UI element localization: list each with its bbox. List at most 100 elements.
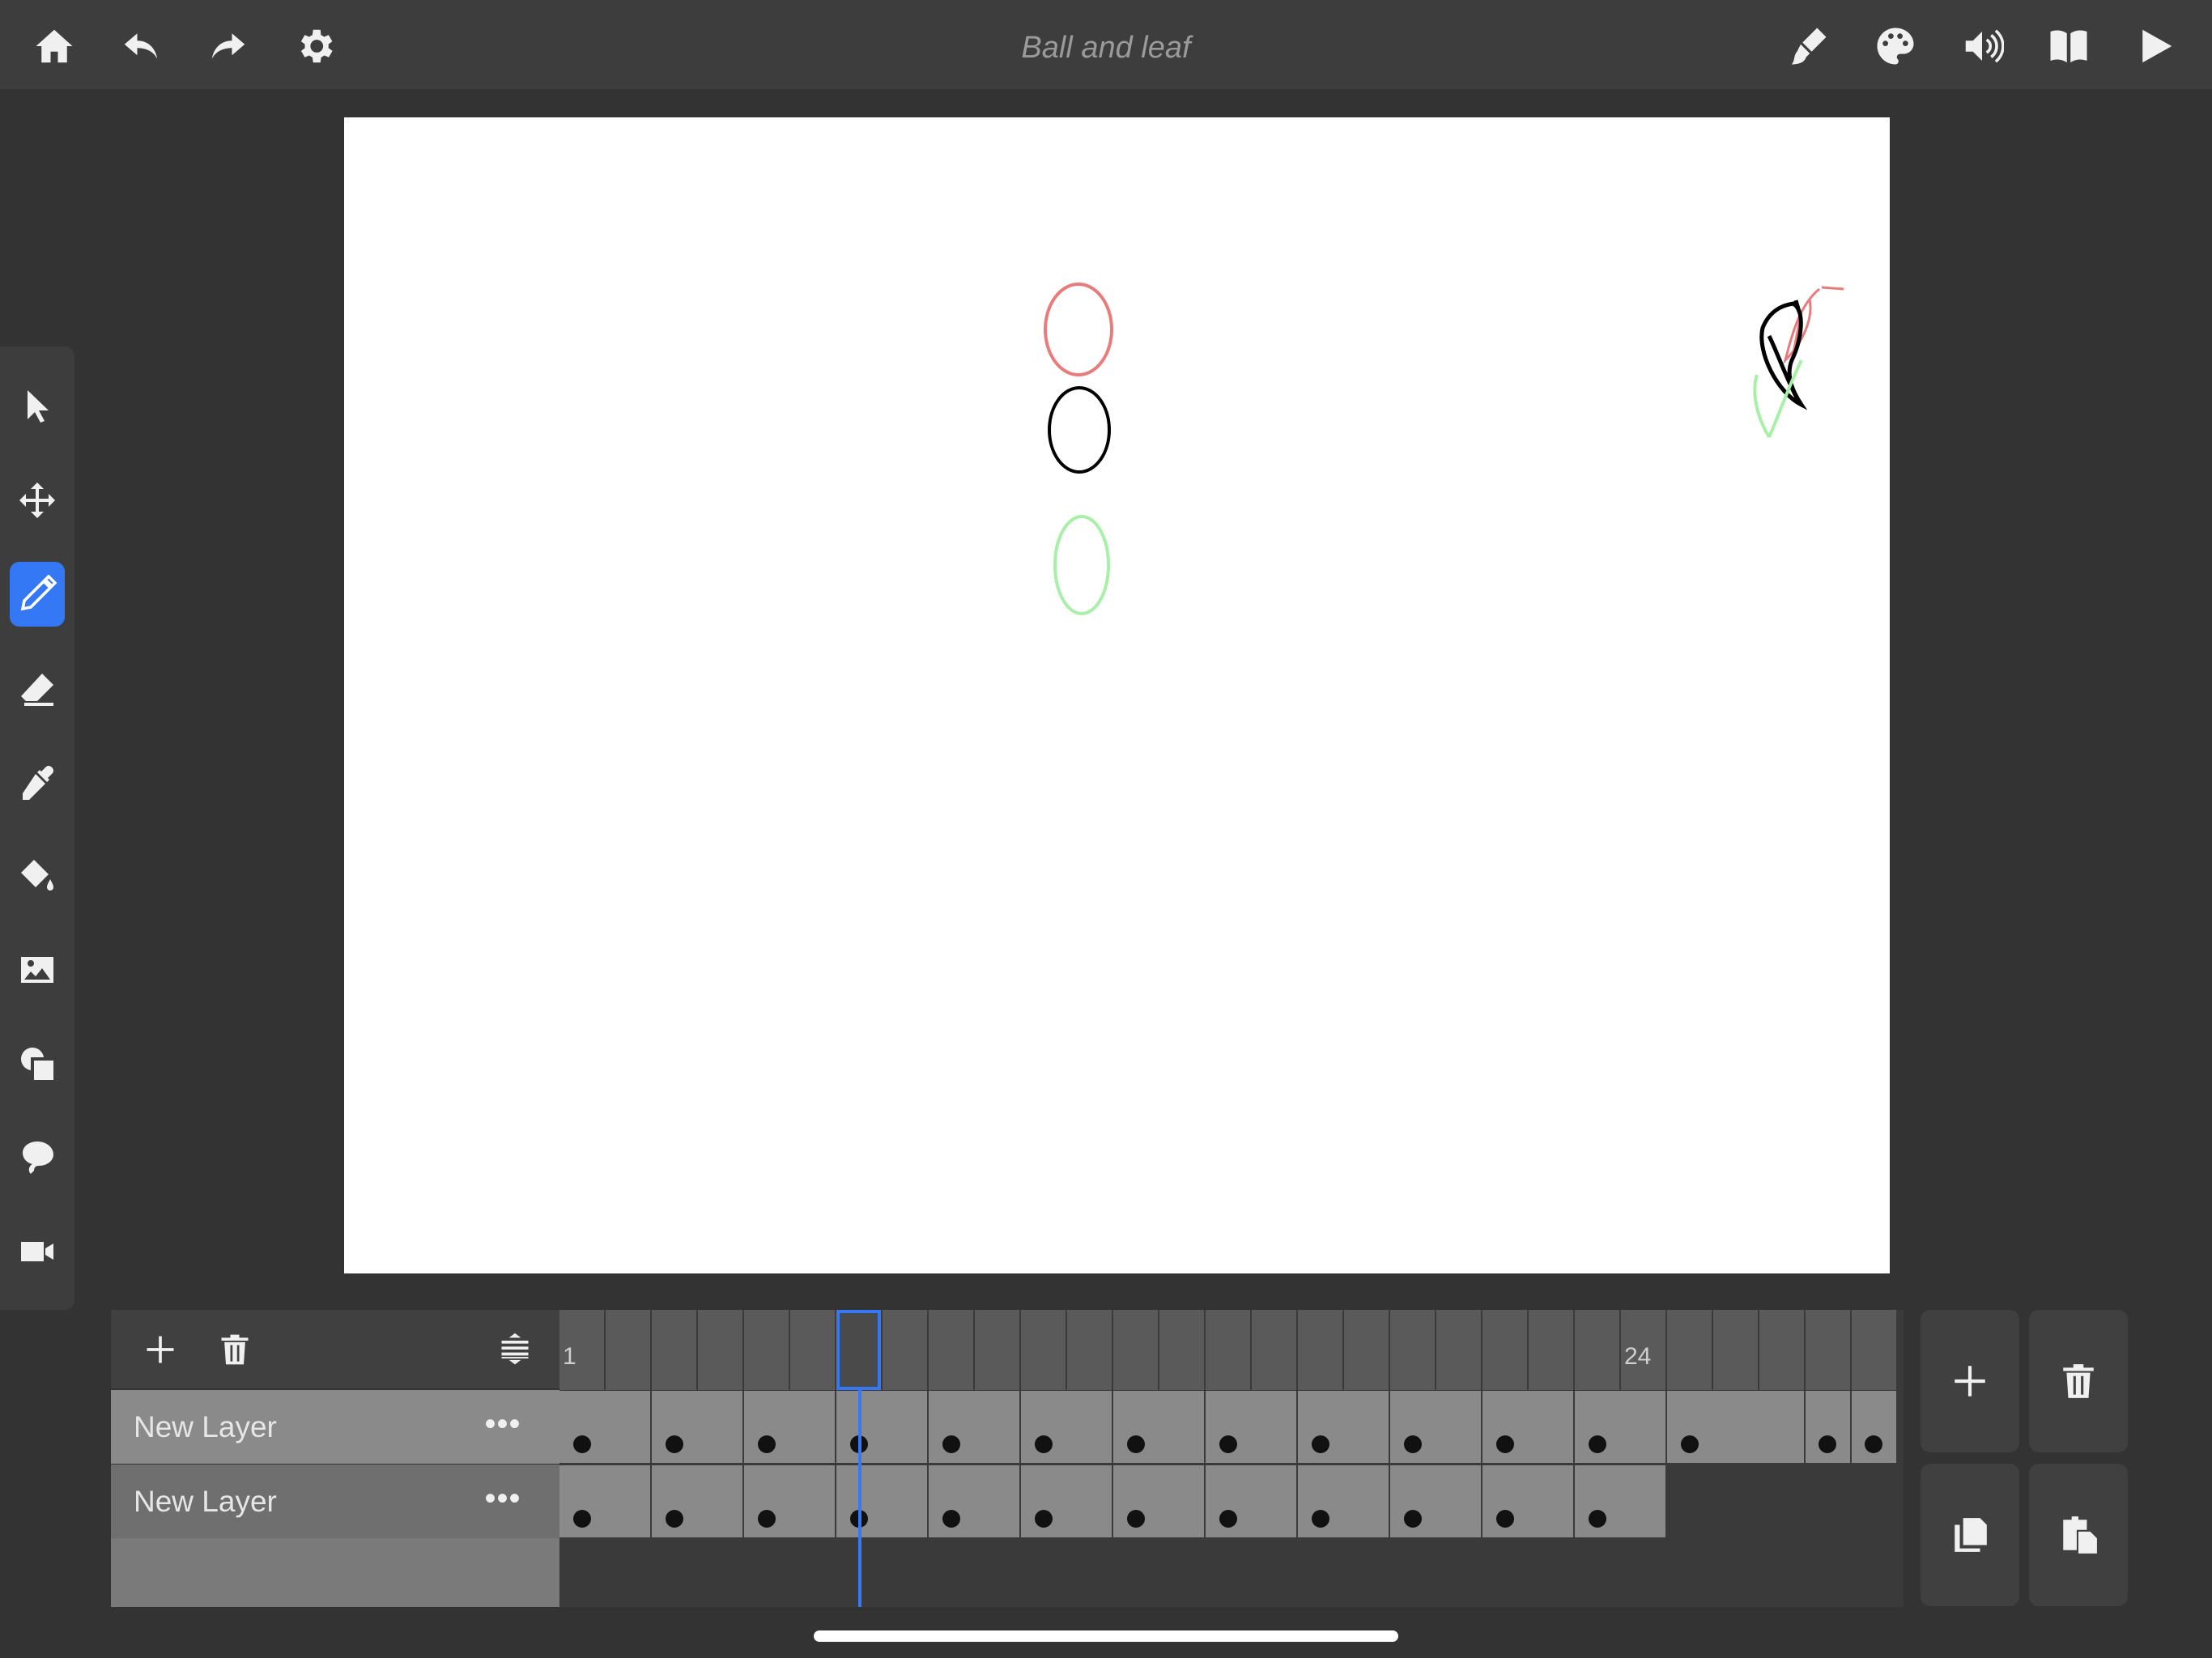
frame-ruler-cell[interactable]: 24 [1621, 1310, 1665, 1390]
frame-cell[interactable] [1206, 1465, 1296, 1537]
frame-cell[interactable] [836, 1391, 927, 1463]
frame-cell[interactable] [1806, 1391, 1850, 1463]
frame-ruler-cell[interactable] [1067, 1310, 1112, 1390]
paste-frame-button[interactable] [2029, 1464, 2128, 1606]
camera-tool-icon[interactable] [10, 1219, 65, 1284]
frame-cell[interactable] [1021, 1465, 1112, 1537]
frame-cell[interactable] [652, 1391, 742, 1463]
frame-cell[interactable] [1206, 1391, 1296, 1463]
frame-ruler-cell[interactable]: 1 [559, 1310, 604, 1390]
document-title[interactable]: Ball and leaf [1021, 31, 1190, 65]
add-layer-icon[interactable] [137, 1326, 184, 1373]
frame-cell[interactable] [559, 1465, 650, 1537]
keyframe-dot [1312, 1435, 1329, 1453]
frame-cell[interactable] [929, 1465, 1019, 1537]
frame-cell[interactable] [1667, 1391, 1804, 1463]
book-icon[interactable] [2039, 16, 2099, 76]
frame-ruler-cell[interactable] [790, 1310, 835, 1390]
trash-icon [2063, 1364, 2094, 1398]
layer-list-empty-area [111, 1538, 559, 1607]
delete-layer-icon[interactable] [211, 1326, 258, 1373]
keyframe-dot [1404, 1435, 1422, 1453]
frame-cell[interactable] [559, 1391, 650, 1463]
frame-cell[interactable] [1482, 1391, 1573, 1463]
frame-ruler-cell[interactable] [929, 1310, 973, 1390]
settings-icon[interactable] [285, 16, 345, 76]
copy-frame-button[interactable] [1921, 1464, 2019, 1606]
playhead[interactable] [858, 1390, 861, 1607]
frame-ruler-cell[interactable] [1206, 1310, 1250, 1390]
fill-tool-icon[interactable] [10, 844, 65, 908]
add-frame-button[interactable] [1921, 1310, 2019, 1452]
frame-ruler-cell[interactable] [652, 1310, 696, 1390]
frame-cell[interactable] [1482, 1465, 1573, 1537]
image-tool-icon[interactable] [10, 937, 65, 1002]
frame-ruler-cell[interactable] [1759, 1310, 1804, 1390]
palette-icon[interactable] [1865, 16, 1925, 76]
home-indicator[interactable] [814, 1630, 1398, 1642]
frame-cell[interactable] [1575, 1391, 1665, 1463]
move-tool-icon[interactable] [10, 468, 65, 533]
play-icon[interactable] [2125, 16, 2185, 76]
frame-cell[interactable] [1390, 1465, 1481, 1537]
redo-icon[interactable] [198, 16, 258, 76]
frame-ruler-cell[interactable] [1344, 1310, 1389, 1390]
lasso-tool-icon[interactable] [10, 1125, 65, 1190]
frame-ruler-cell[interactable] [1482, 1310, 1527, 1390]
sound-icon[interactable] [1952, 16, 2012, 76]
frame-ruler-cell[interactable] [698, 1310, 742, 1390]
frame-ruler[interactable]: 1 24 [559, 1310, 1904, 1390]
frame-ruler-cell[interactable] [744, 1310, 789, 1390]
keyframe-dot [942, 1510, 960, 1528]
frame-ruler-cell[interactable] [883, 1310, 927, 1390]
frame-ruler-cell[interactable] [1436, 1310, 1481, 1390]
keyframe-dot [1865, 1435, 1882, 1453]
brush-settings-icon[interactable] [1778, 16, 1838, 76]
frame-cell[interactable] [1113, 1465, 1204, 1537]
frame-cell[interactable] [744, 1465, 835, 1537]
drawing-canvas[interactable] [344, 117, 1890, 1273]
reorder-layers-icon[interactable] [491, 1326, 538, 1373]
onion-skin-previous-ball [1044, 283, 1113, 376]
frame-ruler-cell[interactable] [1806, 1310, 1850, 1390]
frame-cell[interactable] [652, 1465, 742, 1537]
frame-cell[interactable] [1021, 1391, 1112, 1463]
frame-cell[interactable] [1113, 1391, 1204, 1463]
frame-ruler-cell[interactable] [1575, 1310, 1619, 1390]
layer-more-icon[interactable]: ••• [479, 1406, 527, 1447]
frame-cell[interactable] [1390, 1391, 1481, 1463]
frame-ruler-cell[interactable] [1113, 1310, 1158, 1390]
frame-cell[interactable] [1298, 1391, 1389, 1463]
frame-ruler-cell[interactable] [1159, 1310, 1204, 1390]
current-frame-indicator[interactable] [836, 1310, 881, 1390]
frame-ruler-cell[interactable] [606, 1310, 650, 1390]
frame-cell[interactable] [1298, 1465, 1389, 1537]
frame-ruler-cell[interactable] [1252, 1310, 1296, 1390]
layer-row[interactable]: New Layer ••• [111, 1390, 559, 1464]
undo-icon[interactable] [111, 16, 171, 76]
frame-ruler-cell[interactable] [1667, 1310, 1712, 1390]
select-tool-icon[interactable] [10, 374, 65, 439]
timeline[interactable]: 1 24 [559, 1310, 1904, 1607]
frame-ruler-cell[interactable] [1390, 1310, 1435, 1390]
frame-ruler-cell[interactable] [1852, 1310, 1896, 1390]
frame-cell[interactable] [929, 1391, 1019, 1463]
eraser-tool-icon[interactable] [10, 656, 65, 721]
shapes-tool-icon[interactable] [10, 1031, 65, 1096]
frame-ruler-cell[interactable] [1529, 1310, 1573, 1390]
frame-cell[interactable] [1852, 1391, 1896, 1463]
layer-more-icon[interactable]: ••• [479, 1481, 527, 1521]
frame-cell[interactable] [836, 1465, 927, 1537]
frame-ruler-cell[interactable] [1021, 1310, 1066, 1390]
frame-cell[interactable] [744, 1391, 835, 1463]
keyframe-dot [1589, 1510, 1606, 1528]
pencil-tool-icon[interactable] [10, 562, 65, 627]
delete-frame-button[interactable] [2029, 1310, 2128, 1452]
frame-ruler-cell[interactable] [975, 1310, 1019, 1390]
frame-cell[interactable] [1575, 1465, 1665, 1537]
home-icon[interactable] [24, 16, 84, 76]
layer-row[interactable]: New Layer ••• [111, 1465, 559, 1538]
eyedropper-tool-icon[interactable] [10, 750, 65, 814]
frame-ruler-cell[interactable] [1713, 1310, 1758, 1390]
frame-ruler-cell[interactable] [1298, 1310, 1342, 1390]
